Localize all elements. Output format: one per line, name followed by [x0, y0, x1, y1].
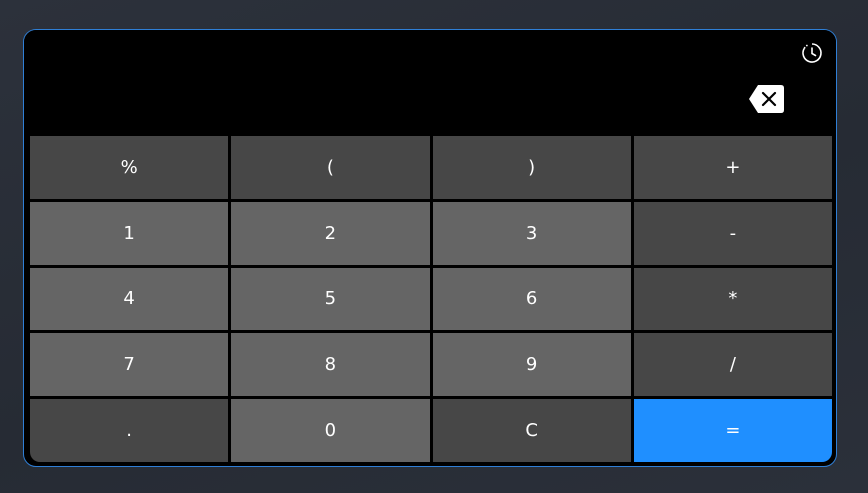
clock-history-icon	[802, 43, 822, 63]
keypad: %() +1 2 3- 4 5 6 * 7 8 9/. 0 C =	[30, 136, 832, 462]
key-7[interactable]: 7	[30, 333, 229, 397]
key-1[interactable]: 1	[30, 201, 229, 265]
key-plus[interactable]: +	[633, 136, 832, 199]
key-multiply[interactable]: *	[633, 267, 832, 331]
calculator-window: %() +1 2 3- 4 5 6 * 7 8 9/. 0 C =	[23, 29, 837, 467]
key-2[interactable]: 2	[231, 201, 430, 265]
key-6[interactable]: 6	[432, 267, 631, 331]
key-4[interactable]: 4	[30, 267, 229, 331]
key-3[interactable]: 3	[432, 201, 631, 265]
history-button[interactable]	[800, 41, 824, 65]
key-close-paren[interactable]: )	[432, 136, 631, 199]
backspace-icon	[749, 85, 784, 113]
display-panel	[24, 30, 836, 136]
key-decimal[interactable]: .	[30, 399, 229, 462]
key-divide[interactable]: /	[633, 333, 832, 397]
key-open-paren[interactable]: (	[231, 136, 430, 199]
key-equals[interactable]: =	[633, 399, 832, 462]
key-0[interactable]: 0	[231, 399, 430, 462]
backspace-button[interactable]	[748, 83, 786, 115]
key-percent[interactable]: %	[30, 136, 229, 199]
key-clear[interactable]: C	[432, 399, 631, 462]
key-8[interactable]: 8	[231, 333, 430, 397]
key-minus[interactable]: -	[633, 201, 832, 265]
key-5[interactable]: 5	[231, 267, 430, 331]
key-9[interactable]: 9	[432, 333, 631, 397]
